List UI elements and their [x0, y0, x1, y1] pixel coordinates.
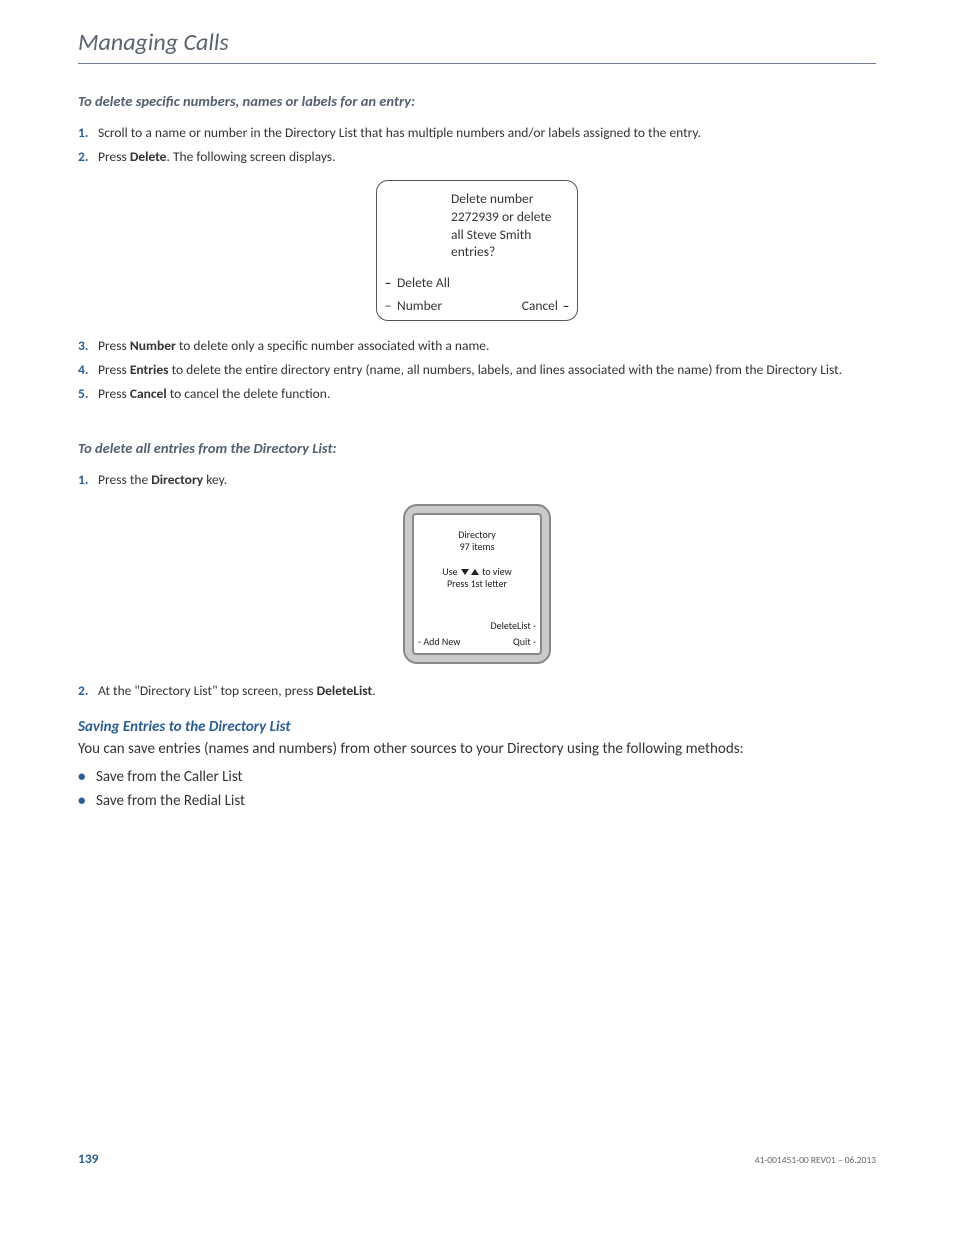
- softkey-quit[interactable]: Quit -: [513, 635, 536, 648]
- step-item: 2. At the "Directory List" top screen, p…: [78, 682, 876, 700]
- softkey-delete-all[interactable]: Delete All: [393, 274, 511, 291]
- saving-intro: You can save entries (names and numbers)…: [78, 740, 876, 758]
- softkey-row: – Number Cancel –: [377, 294, 577, 320]
- step-body: Press Delete. The following screen displ…: [98, 148, 876, 166]
- dash-icon: –: [383, 274, 393, 291]
- step-item: 3. Press Number to delete only a specifi…: [78, 337, 876, 355]
- step-number: 1.: [78, 471, 98, 489]
- page-header: Managing Calls: [78, 28, 876, 64]
- softkey-add-new[interactable]: - Add New: [418, 635, 460, 648]
- step-item: 2. Press Delete. The following screen di…: [78, 148, 876, 166]
- page-title: Managing Calls: [78, 28, 229, 57]
- phone-device-directory: Directory 97 items Use to view Press 1st…: [403, 504, 551, 664]
- softkey-cancel[interactable]: Cancel: [522, 297, 558, 314]
- step-number: 5.: [78, 385, 98, 403]
- step-item: 1. Press the Directory key.: [78, 471, 876, 489]
- saving-methods-list: Save from the Caller List Save from the …: [78, 768, 876, 810]
- softkey-delete-list[interactable]: DeleteList -: [490, 619, 536, 632]
- steps-a1: 1. Scroll to a name or number in the Dir…: [78, 124, 876, 166]
- step-number: 2.: [78, 682, 98, 700]
- step-number: 1.: [78, 124, 98, 142]
- steps-b1: 1. Press the Directory key.: [78, 471, 876, 489]
- page-footer: 139 41-001451-00 REV01 – 06.2013: [78, 1150, 876, 1167]
- doc-revision: 41-001451-00 REV01 – 06.2013: [755, 1154, 876, 1166]
- steps-b2: 2. At the "Directory List" top screen, p…: [78, 682, 876, 700]
- step-item: 5. Press Cancel to cancel the delete fun…: [78, 385, 876, 403]
- figure-delete-prompt: Delete number 2272939 or delete all Stev…: [78, 180, 876, 320]
- step-body: Press Number to delete only a specific n…: [98, 337, 876, 355]
- step-body: Scroll to a name or number in the Direct…: [98, 124, 876, 142]
- phone-screen-delete-prompt: Delete number 2272939 or delete all Stev…: [376, 180, 578, 320]
- figure-directory-screen: Directory 97 items Use to view Press 1st…: [78, 504, 876, 664]
- list-item: Save from the Caller List: [78, 768, 876, 786]
- step-number: 4.: [78, 361, 98, 379]
- subhead-saving-entries: Saving Entries to the Directory List: [78, 718, 876, 736]
- step-item: 4. Press Entries to delete the entire di…: [78, 361, 876, 379]
- step-number: 2.: [78, 148, 98, 166]
- step-body: Press the Directory key.: [98, 471, 876, 489]
- step-body: At the "Directory List" top screen, pres…: [98, 682, 876, 700]
- steps-a2: 3. Press Number to delete only a specifi…: [78, 337, 876, 404]
- step-body: Press Cancel to cancel the delete functi…: [98, 385, 876, 403]
- list-item: Save from the Redial List: [78, 792, 876, 810]
- press-letter-hint: Press 1st letter: [414, 578, 540, 591]
- softkey-number[interactable]: Number: [393, 297, 522, 314]
- down-arrow-icon: [461, 569, 469, 575]
- directory-count: 97 items: [414, 541, 540, 554]
- subhead-delete-all: To delete all entries from the Directory…: [78, 439, 876, 457]
- dash-icon: –: [383, 297, 393, 314]
- subhead-delete-specific: To delete specific numbers, names or lab…: [78, 92, 876, 110]
- phone-screen-directory: Directory 97 items Use to view Press 1st…: [412, 513, 542, 655]
- step-number: 3.: [78, 337, 98, 355]
- step-body: Press Entries to delete the entire direc…: [98, 361, 876, 379]
- step-item: 1. Scroll to a name or number in the Dir…: [78, 124, 876, 142]
- prompt-message: Delete number 2272939 or delete all Stev…: [377, 190, 577, 270]
- softkey-row: – Delete All: [377, 271, 577, 294]
- page-number: 139: [78, 1150, 99, 1167]
- dash-icon: –: [558, 297, 571, 314]
- up-arrow-icon: [471, 569, 479, 575]
